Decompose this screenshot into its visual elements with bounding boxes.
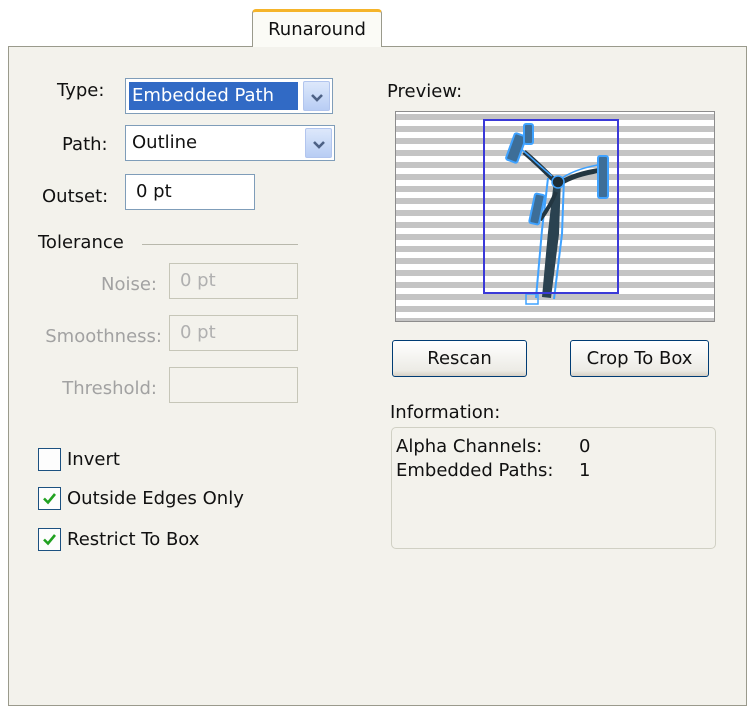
tolerance-divider: [142, 244, 298, 245]
type-select-value: Embedded Path: [129, 82, 298, 110]
preview-stripe: [396, 150, 714, 156]
crop-to-box-button[interactable]: Crop To Box: [570, 340, 709, 377]
embedded-paths-value: 1: [579, 460, 591, 481]
tab-runaround[interactable]: Runaround: [252, 9, 382, 47]
path-label: Path:: [62, 134, 108, 155]
preview-stripe: [396, 126, 714, 132]
path-select[interactable]: Outline: [125, 125, 335, 161]
information-box: Alpha Channels: 0 Embedded Paths: 1: [391, 427, 716, 549]
checkmark-icon: [43, 493, 57, 505]
chevron-down-icon[interactable]: [305, 128, 332, 158]
preview-graphic: [396, 114, 714, 321]
alpha-channels-value: 0: [579, 436, 591, 457]
outside-edges-checkbox[interactable]: [38, 487, 61, 510]
smoothness-input: 0 pt: [169, 315, 298, 351]
threshold-label: Threshold:: [62, 378, 157, 399]
restrict-to-box-checkbox[interactable]: [38, 528, 61, 551]
smoothness-label: Smoothness:: [45, 326, 162, 347]
information-label: Information:: [390, 402, 501, 423]
preview-image: [395, 111, 715, 322]
invert-label[interactable]: Invert: [67, 447, 120, 473]
threshold-input: [169, 367, 298, 403]
chevron-down-icon[interactable]: [303, 81, 330, 111]
embedded-paths-key: Embedded Paths:: [396, 460, 554, 481]
noise-label: Noise:: [101, 274, 157, 295]
rescan-button[interactable]: Rescan: [392, 340, 527, 377]
checkmark-icon: [43, 534, 57, 546]
outset-label: Outset:: [42, 186, 109, 207]
preview-label: Preview:: [387, 81, 463, 102]
restrict-to-box-label[interactable]: Restrict To Box: [67, 527, 199, 553]
path-select-value: Outline: [132, 132, 198, 153]
preview-stripe: [396, 270, 714, 276]
outside-edges-label[interactable]: Outside Edges Only: [67, 486, 244, 512]
type-select[interactable]: Embedded Path: [125, 78, 333, 114]
preview-stripe: [396, 162, 714, 168]
tolerance-heading: Tolerance: [38, 232, 124, 253]
invert-checkbox[interactable]: [38, 448, 61, 471]
outset-input[interactable]: 0 pt: [125, 174, 255, 210]
noise-input: 0 pt: [169, 263, 298, 299]
alpha-channels-key: Alpha Channels:: [396, 436, 543, 457]
preview-stripe: [396, 306, 714, 312]
preview-stripe: [396, 138, 714, 144]
runaround-panel: Type: Embedded Path Path: Outline Outset…: [8, 46, 747, 706]
preview-stripe: [396, 318, 714, 321]
type-label: Type:: [57, 80, 105, 101]
